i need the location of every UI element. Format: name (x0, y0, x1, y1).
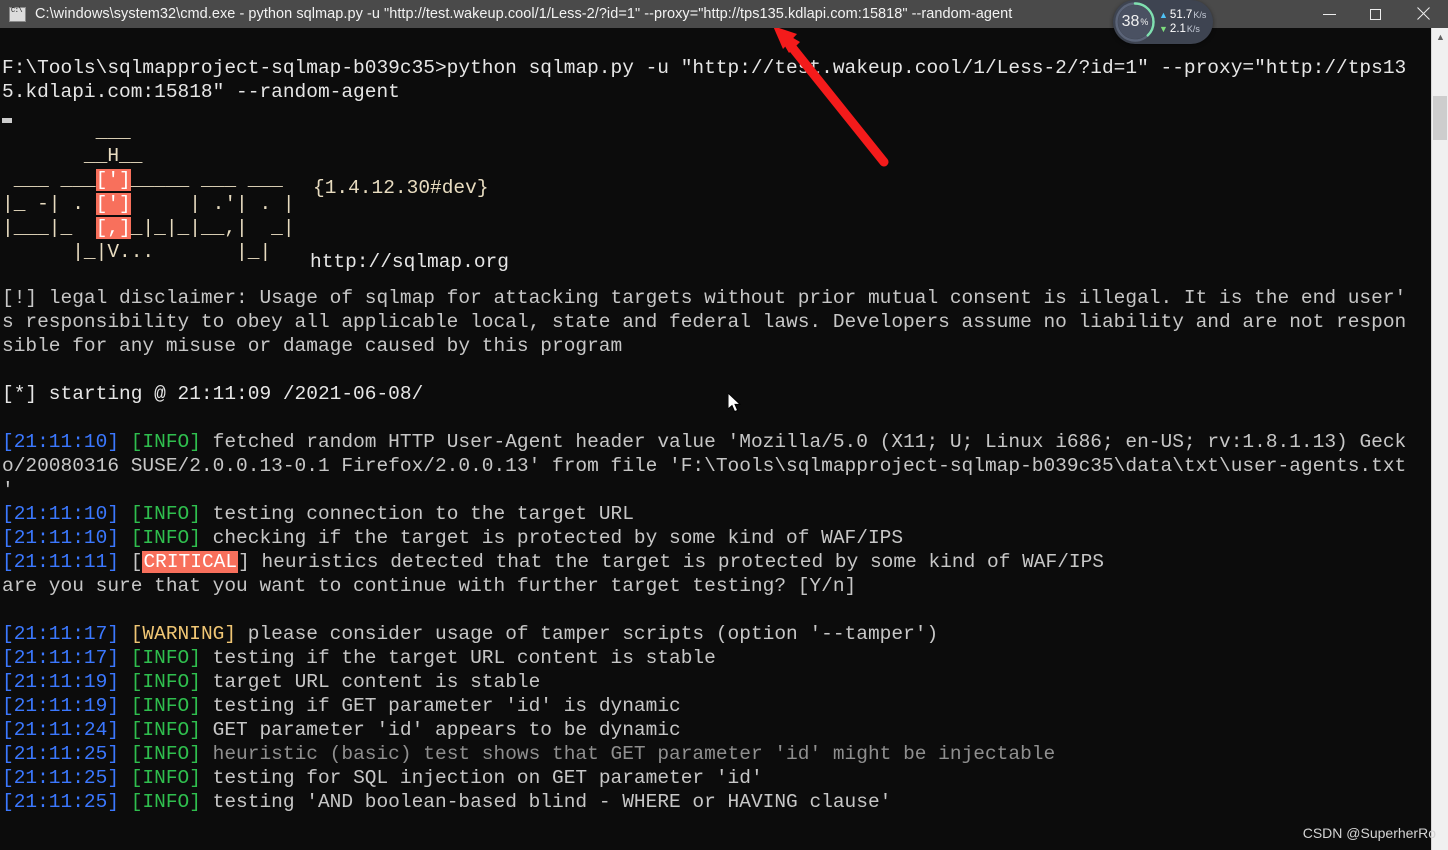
download-rate: ▼ 2.1 K/s (1159, 22, 1206, 36)
cmd-window: C:\windows\system32\cmd.exe - python sql… (0, 0, 1448, 850)
minimize-icon (1322, 13, 1336, 15)
log-line-critical: [21:11:11] [CRITICAL] heuristics detecte… (2, 551, 1105, 573)
vertical-scrollbar[interactable]: ▲ (1431, 28, 1448, 850)
log-prompt-question: are you sure that you want to continue w… (2, 575, 857, 597)
log-line: [21:11:19] [INFO] testing if GET paramet… (2, 695, 681, 717)
minimize-button[interactable] (1306, 0, 1352, 28)
prompt-line-1: F:\Tools\sqlmapproject-sqlmap-b039c35>py… (2, 57, 1407, 79)
window-titlebar[interactable]: C:\windows\system32\cmd.exe - python sql… (0, 0, 1448, 28)
log-line: [21:11:10] [INFO] fetched random HTTP Us… (2, 431, 1407, 453)
banner-line-6: |_|V... |_| (2, 241, 307, 263)
log-line: [21:11:24] [INFO] GET parameter 'id' app… (2, 719, 681, 741)
log-line: [21:11:25] [INFO] heuristic (basic) test… (2, 743, 1056, 765)
close-button[interactable] (1398, 0, 1448, 28)
download-value: 2.1 (1169, 23, 1186, 35)
upload-value: 51.7 (1169, 9, 1193, 21)
banner-line-5: |___|_ [,]_|_|_|__,| _| (2, 217, 295, 239)
network-rates: ▲ 51.7 K/s ▼ 2.1 K/s (1159, 8, 1206, 36)
gauge-value: 38% (1121, 13, 1149, 30)
prompt-line-2: 5.kdlapi.com:15818" --random-agent (2, 81, 400, 103)
upload-unit: K/s (1193, 10, 1207, 20)
log-line: [21:11:25] [INFO] testing 'AND boolean-b… (2, 791, 892, 813)
upload-rate: ▲ 51.7 K/s (1159, 8, 1206, 22)
log-line-warning: [21:11:17] [WARNING] please consider usa… (2, 623, 939, 645)
maximize-button[interactable] (1352, 0, 1398, 28)
disclaimer-line-1: [!] legal disclaimer: Usage of sqlmap fo… (2, 287, 1407, 309)
banner-line-4: |_ -| . ['] | .'| . | (2, 193, 295, 215)
banner-line-3: ___ ___[']_____ ___ ___ (2, 169, 283, 191)
log-line: [21:11:10] [INFO] testing connection to … (2, 503, 634, 525)
arrow-up-icon: ▲ (1159, 10, 1168, 20)
status-badge: CRITICAL (142, 551, 239, 573)
cmd-icon (9, 6, 26, 22)
banner-version: {1.4.12.30#dev} (313, 177, 489, 199)
disclaimer-line-3: sible for any misuse or damage caused by… (2, 335, 623, 357)
window-controls (1306, 0, 1448, 28)
network-speed-widget[interactable]: 38% ▲ 51.7 K/s ▼ 2.1 K/s (1113, 0, 1213, 44)
log-line: [21:11:19] [INFO] target URL content is … (2, 671, 541, 693)
arrow-down-icon: ▼ (1159, 24, 1168, 34)
log-line: [21:11:17] [INFO] testing if the target … (2, 647, 716, 669)
banner-url: http://sqlmap.org (310, 251, 509, 273)
disclaimer-line-2: s responsibility to obey all applicable … (2, 311, 1407, 333)
maximize-icon (1369, 8, 1381, 20)
banner-line-2: __H__ (2, 145, 143, 167)
log-line: [21:11:10] [INFO] checking if the target… (2, 527, 904, 549)
log-line: o/20080316 SUSE/2.0.0.13-0.1 Firefox/2.0… (2, 455, 1407, 477)
scroll-up-icon[interactable]: ▲ (1432, 28, 1448, 45)
cpu-gauge: 38% (1114, 1, 1156, 43)
download-unit: K/s (1186, 24, 1200, 34)
terminal-output[interactable]: F:\Tools\sqlmapproject-sqlmap-b039c35>py… (0, 28, 1448, 850)
log-line: [21:11:25] [INFO] testing for SQL inject… (2, 767, 763, 789)
watermark: CSDN @SuperherRo (1302, 825, 1436, 841)
starting-line: [*] starting @ 21:11:09 /2021-06-08/ (2, 383, 424, 405)
close-icon (1416, 7, 1430, 21)
banner-line-1: ___ (2, 121, 131, 143)
log-line: ' (2, 479, 14, 501)
scrollbar-thumb[interactable] (1433, 96, 1447, 140)
